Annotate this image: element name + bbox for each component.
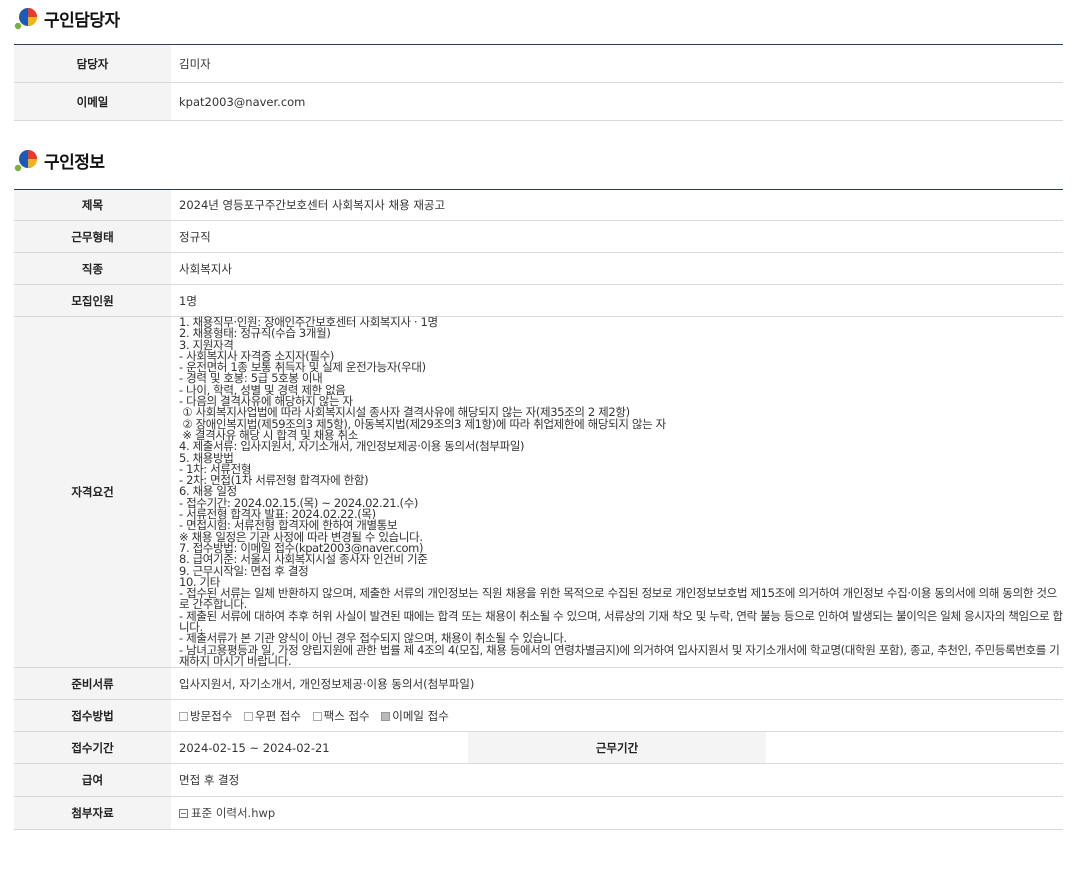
subject-row: 제목 2024년 영등포구주간보호센터 사회복지사 채용 재공고 bbox=[14, 189, 1063, 221]
headcount-row: 모집인원 1명 bbox=[14, 284, 1063, 317]
manager-value: 김미자 bbox=[171, 44, 1063, 83]
checkbox-icon[interactable] bbox=[312, 711, 322, 721]
job-table: 제목 2024년 영등포구주간보호센터 사회복지사 채용 재공고 근무형태 정규… bbox=[14, 189, 1063, 831]
method-option-mail[interactable]: 우편 접수 bbox=[243, 709, 309, 723]
section-logo-icon bbox=[14, 148, 38, 172]
salary-label: 급여 bbox=[14, 763, 171, 798]
occupation-row: 직종 사회복지사 bbox=[14, 252, 1063, 285]
checkbox-icon[interactable] bbox=[243, 711, 253, 721]
section-logo-icon bbox=[14, 6, 38, 30]
contact-section-title: 구인담당자 bbox=[44, 10, 120, 31]
method-options: 방문접수 우편 접수 팩스 접수 이메일 접수 bbox=[171, 699, 1063, 733]
docs-row: 준비서류 입사지원서, 자기소개서, 개인정보제공·이용 동의서(첨부파일) bbox=[14, 667, 1063, 701]
work-period-label: 근무기간 bbox=[468, 731, 766, 765]
manager-label: 담당자 bbox=[14, 44, 171, 83]
subject-value: 2024년 영등포구주간보호센터 사회복지사 채용 재공고 bbox=[171, 189, 1063, 221]
job-section: 구인정보 제목 2024년 영등포구주간보호센터 사회복지사 채용 재공고 근무… bbox=[14, 146, 1063, 831]
headcount-value: 1명 bbox=[171, 284, 1063, 317]
contact-section: 구인담당자 담당자 김미자 이메일 kpat2003@naver.com bbox=[14, 4, 1063, 121]
period-value: 2024-02-15 ~ 2024-02-21 bbox=[171, 731, 469, 765]
method-label: 접수방법 bbox=[14, 699, 171, 733]
method-option-visit[interactable]: 방문접수 bbox=[179, 709, 240, 723]
salary-row: 급여 면접 후 결정 bbox=[14, 763, 1063, 798]
worktype-value: 정규직 bbox=[171, 220, 1063, 253]
occupation-label: 직종 bbox=[14, 252, 171, 285]
requirements-row: 자격요건 1. 채용직무·인원: 장애인주간보호센터 사회복지사 · 1명 2.… bbox=[14, 316, 1063, 669]
work-period-value bbox=[765, 731, 1063, 765]
period-label: 접수기간 bbox=[14, 731, 171, 765]
attach-label: 첨부자료 bbox=[14, 796, 171, 831]
manager-row: 담당자 김미자 bbox=[14, 44, 1063, 83]
email-value: kpat2003@naver.com bbox=[171, 82, 1063, 121]
job-section-header: 구인정보 bbox=[14, 146, 1063, 174]
worktype-row: 근무형태 정규직 bbox=[14, 220, 1063, 253]
method-row: 접수방법 방문접수 우편 접수 팩스 접수 이메일 접수 bbox=[14, 699, 1063, 733]
headcount-label: 모집인원 bbox=[14, 284, 171, 317]
checkbox-icon[interactable] bbox=[179, 711, 188, 721]
method-option-fax[interactable]: 팩스 접수 bbox=[312, 709, 378, 723]
worktype-label: 근무형태 bbox=[14, 220, 171, 253]
salary-value: 면접 후 결정 bbox=[171, 763, 1063, 798]
contact-table: 담당자 김미자 이메일 kpat2003@naver.com bbox=[14, 44, 1063, 121]
period-row: 접수기간 2024-02-15 ~ 2024-02-21 근무기간 bbox=[14, 731, 1063, 765]
attach-row: 첨부자료 표준 이력서.hwp bbox=[14, 796, 1063, 831]
requirements-text: 1. 채용직무·인원: 장애인주간보호센터 사회복지사 · 1명 2. 채용형태… bbox=[171, 316, 1063, 669]
contact-section-header: 구인담당자 bbox=[14, 4, 1063, 32]
docs-label: 준비서류 bbox=[14, 667, 171, 701]
file-icon bbox=[179, 809, 188, 819]
subject-label: 제목 bbox=[14, 189, 171, 221]
checkbox-checked-icon[interactable] bbox=[381, 711, 391, 721]
attach-cell: 표준 이력서.hwp bbox=[171, 796, 1063, 831]
attach-file-link[interactable]: 표준 이력서.hwp bbox=[191, 806, 275, 820]
docs-value: 입사지원서, 자기소개서, 개인정보제공·이용 동의서(첨부파일) bbox=[171, 667, 1063, 701]
requirements-label: 자격요건 bbox=[14, 316, 171, 669]
occupation-value: 사회복지사 bbox=[171, 252, 1063, 285]
email-label: 이메일 bbox=[14, 82, 171, 121]
email-row: 이메일 kpat2003@naver.com bbox=[14, 82, 1063, 121]
job-section-title: 구인정보 bbox=[44, 152, 105, 173]
method-option-email[interactable]: 이메일 접수 bbox=[381, 709, 457, 723]
